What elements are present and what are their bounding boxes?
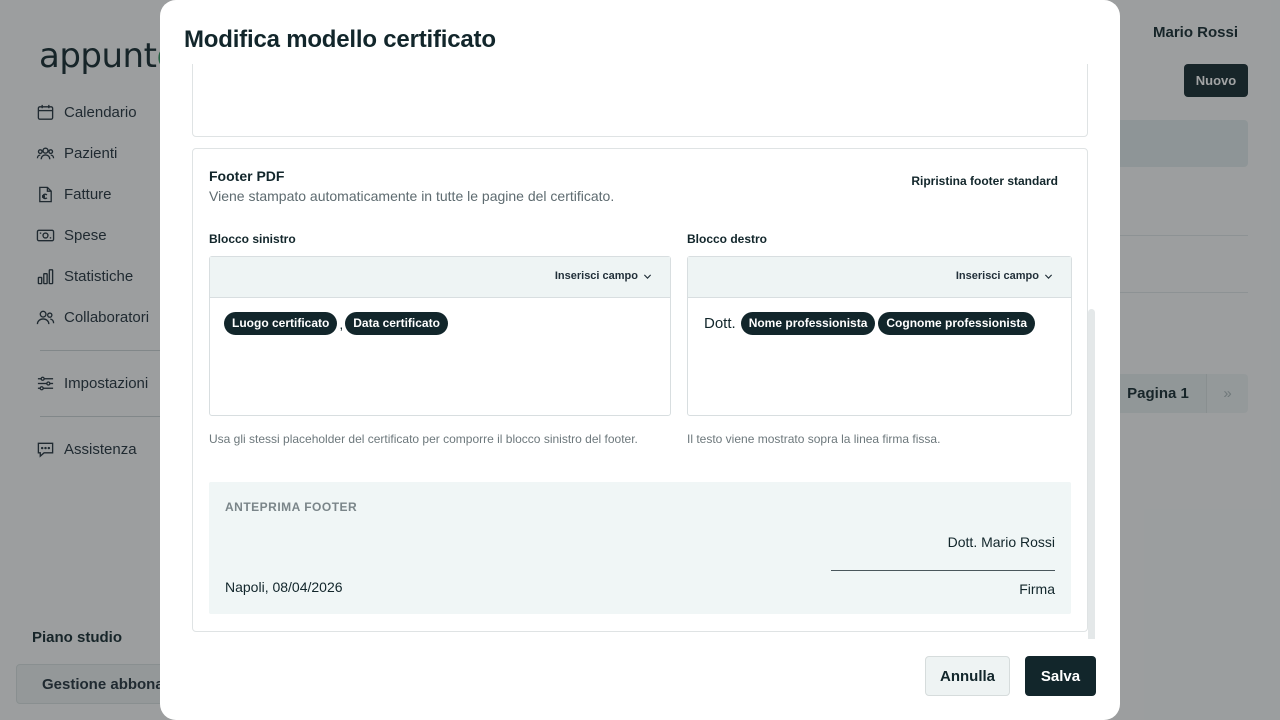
placeholder-chip-luogo[interactable]: Luogo certificato [224,312,338,335]
cancel-button[interactable]: Annulla [925,656,1010,696]
placeholder-chip-cognome[interactable]: Cognome professionista [878,312,1036,335]
left-block-label: Blocco sinistro [209,232,296,246]
editor-toolbar: Inserisci campo [210,257,670,298]
signature-line [831,570,1055,571]
save-button[interactable]: Salva [1025,656,1096,696]
chip-separator: , [339,315,344,332]
section-subtitle: Viene stampato automaticamente in tutte … [209,188,615,204]
prefix-text: Dott. [704,315,736,332]
chevron-down-icon [1044,273,1053,279]
modal-scroll-area[interactable]: Footer PDF Viene stampato automaticament… [160,64,1120,639]
insert-field-button[interactable]: Inserisci campo [555,270,652,282]
editor-toolbar: Inserisci campo [688,257,1071,298]
preview-label: ANTEPRIMA FOOTER [225,500,358,514]
chevron-down-icon [643,273,652,279]
preview-right-text: Dott. Mario Rossi [947,534,1055,550]
placeholder-chip-nome[interactable]: Nome professionista [740,312,876,335]
footer-preview: ANTEPRIMA FOOTER Napoli, 08/04/2026 Dott… [209,482,1071,614]
left-block-help: Usa gli stessi placeholder del certifica… [209,432,638,446]
preview-left-text: Napoli, 08/04/2026 [225,579,343,595]
right-block-label: Blocco destro [687,232,768,246]
insert-field-button[interactable]: Inserisci campo [956,270,1053,282]
footer-pdf-section: Footer PDF Viene stampato automaticament… [192,148,1088,632]
placeholder-chip-data[interactable]: Data certificato [345,312,448,335]
modal-title: Modifica modello certificato [184,26,496,53]
edit-certificate-template-modal: Modifica modello certificato Footer PDF … [160,0,1120,720]
left-block-editor: Inserisci campo Luogo certificato , Data… [209,256,671,416]
previous-section-card [192,64,1088,137]
right-block-content[interactable]: Dott. Nome professionista Cognome profes… [688,298,1071,349]
right-block-help: Il testo viene mostrato sopra la linea f… [687,432,941,446]
reset-footer-button[interactable]: Ripristina footer standard [911,174,1058,188]
right-block-editor: Inserisci campo Dott. Nome professionist… [687,256,1072,416]
signature-label: Firma [1019,581,1055,597]
scrollbar[interactable] [1088,309,1095,639]
left-block-content[interactable]: Luogo certificato , Data certificato [210,298,670,349]
section-title: Footer PDF [209,168,285,184]
